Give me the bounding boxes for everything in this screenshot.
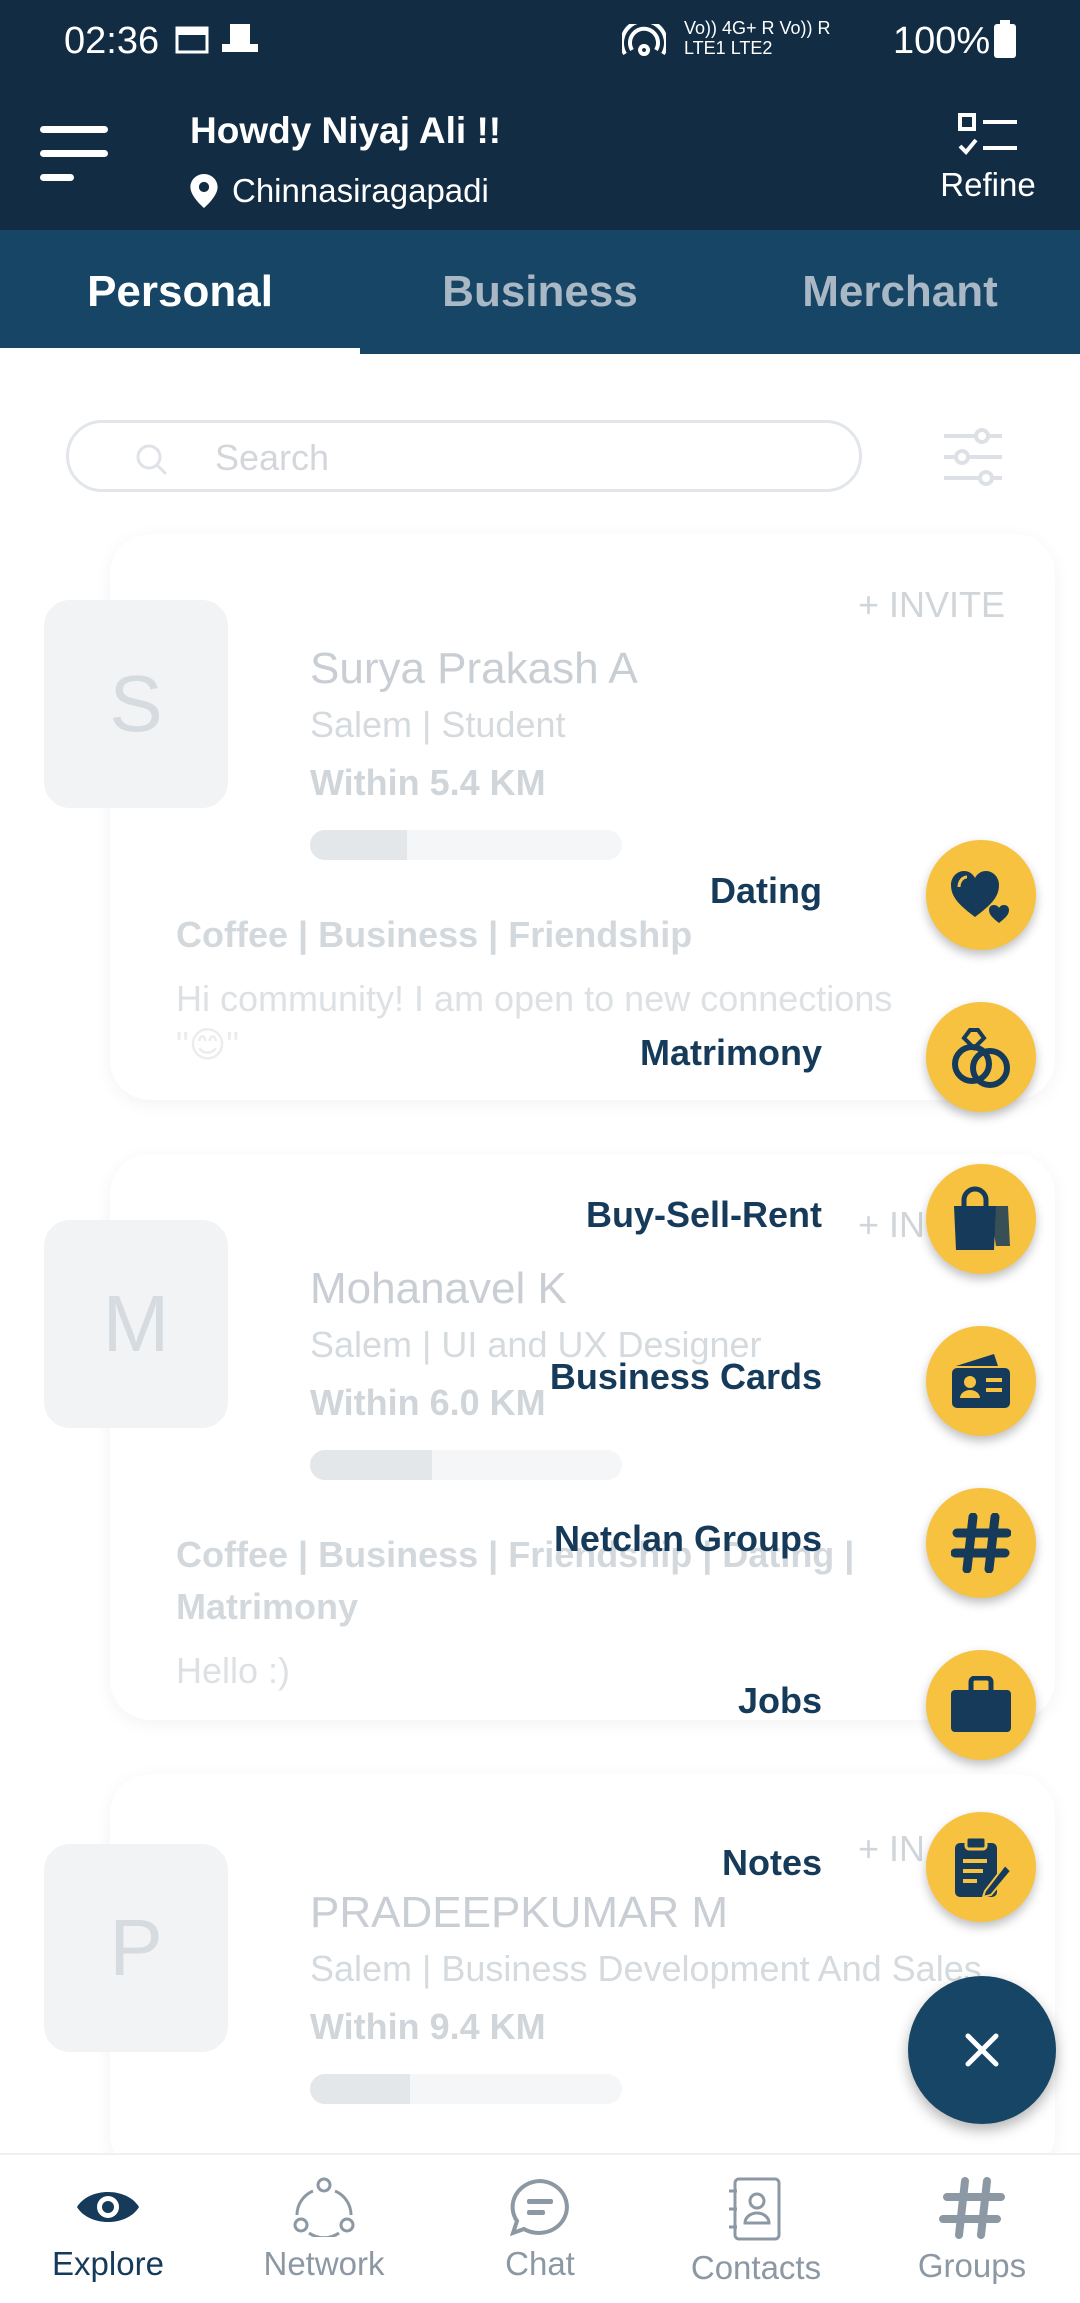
contacts-icon xyxy=(729,2177,781,2241)
menu-buy-sell-rent[interactable]: Buy-Sell-Rent xyxy=(136,1164,1036,1274)
tab-business[interactable]: Business xyxy=(360,230,720,354)
menu-dating[interactable]: Dating xyxy=(136,840,1036,950)
menu-label: Buy-Sell-Rent xyxy=(585,1194,822,1235)
status-time: 02:36 xyxy=(64,20,160,62)
shopping-bag-icon xyxy=(954,1186,1010,1250)
refine-label: Refine xyxy=(940,166,1036,203)
nav-label: Network xyxy=(263,2245,385,2282)
matrimony-button[interactable] xyxy=(926,1002,1036,1112)
profile-distance: Within 9.4 KM xyxy=(310,2006,546,2047)
menu-label: Dating xyxy=(710,870,822,911)
menu-business-cards[interactable]: Business Cards xyxy=(136,1326,1036,1436)
tab-merchant[interactable]: Merchant xyxy=(720,230,1080,354)
nav-contacts[interactable]: Contacts xyxy=(648,2155,864,2303)
calendar-icon xyxy=(175,26,209,54)
menu-label: Matrimony xyxy=(639,1032,822,1073)
nav-label: Explore xyxy=(52,2245,164,2282)
network-indicator: Vo)) 4G+ R Vo)) R LTE1 LTE2 xyxy=(684,18,831,58)
menu-label: Jobs xyxy=(737,1680,822,1721)
invite-button[interactable]: + INVITE xyxy=(858,584,1005,626)
tab-bar: Personal Business Merchant xyxy=(0,230,1080,354)
nav-chat[interactable]: Chat xyxy=(432,2155,648,2303)
menu-matrimony[interactable]: Matrimony xyxy=(136,1002,1036,1112)
battery-percentage: 100% xyxy=(893,20,991,62)
hearts-icon xyxy=(951,871,1009,923)
search-bar[interactable] xyxy=(66,420,862,492)
network-icon xyxy=(293,2177,355,2237)
menu-netclan-groups[interactable]: Netclan Groups xyxy=(136,1488,1036,1598)
menu-icon[interactable] xyxy=(40,126,110,182)
clipboard-icon xyxy=(955,1835,1011,1899)
location-pin-icon xyxy=(190,174,218,208)
jobs-button[interactable] xyxy=(926,1650,1036,1760)
profile-role: Salem | Business Development And Sales xyxy=(310,1948,982,1989)
checklist-icon xyxy=(958,113,1017,155)
dating-button[interactable] xyxy=(926,840,1036,950)
business-cards-button[interactable] xyxy=(926,1326,1036,1436)
notes-button[interactable] xyxy=(926,1812,1036,1922)
search-icon xyxy=(136,444,168,476)
profile-progress-bar xyxy=(310,1450,622,1480)
chat-icon xyxy=(509,2178,569,2237)
close-icon xyxy=(965,2033,999,2067)
search-input[interactable] xyxy=(215,433,815,483)
hashtag-icon xyxy=(939,2177,1005,2239)
nav-network[interactable]: Network xyxy=(216,2155,432,2303)
nav-explore[interactable]: Explore xyxy=(0,2155,216,2303)
location-selector[interactable]: Chinnasiragapadi xyxy=(190,172,489,210)
profile-progress-bar xyxy=(310,2074,622,2104)
nav-label: Chat xyxy=(505,2245,575,2282)
menu-jobs[interactable]: Jobs xyxy=(136,1650,1036,1760)
hashtag-icon xyxy=(951,1513,1011,1573)
buy-sell-rent-button[interactable] xyxy=(926,1164,1036,1274)
id-card-icon xyxy=(952,1354,1010,1408)
eye-icon xyxy=(77,2192,139,2222)
refine-button[interactable]: Refine xyxy=(918,112,1058,204)
rings-icon xyxy=(952,1028,1010,1088)
app-header: Howdy Niyaj Ali !! Chinnasiragapadi Refi… xyxy=(0,84,1080,230)
menu-notes[interactable]: Notes xyxy=(136,1812,1036,1922)
netclan-groups-button[interactable] xyxy=(926,1488,1036,1598)
greeting-text: Howdy Niyaj Ali !! xyxy=(190,110,502,151)
close-menu-button[interactable] xyxy=(908,1976,1056,2124)
tab-personal[interactable]: Personal xyxy=(0,230,360,354)
location-text: Chinnasiragapadi xyxy=(232,172,489,209)
battery-icon xyxy=(994,20,1016,58)
filter-icon[interactable] xyxy=(942,426,1004,488)
nav-label: Contacts xyxy=(690,2249,822,2286)
menu-label: Notes xyxy=(721,1842,822,1883)
menu-label: Netclan Groups xyxy=(553,1518,822,1559)
profile-role: Salem | Student xyxy=(310,704,566,745)
nav-groups[interactable]: Groups xyxy=(864,2155,1080,2303)
bottom-navigation: Explore Network Chat Contacts Groups xyxy=(0,2153,1080,2303)
device-icon xyxy=(222,24,258,52)
briefcase-icon xyxy=(951,1676,1011,1732)
hotspot-icon xyxy=(622,24,666,56)
profile-name: Surya Prakash A xyxy=(310,644,638,693)
status-bar: 02:36 Vo)) 4G+ R Vo)) R LTE1 LTE2 100% xyxy=(0,0,1080,84)
menu-label: Business Cards xyxy=(549,1356,822,1397)
avatar: S xyxy=(44,600,228,808)
nav-label: Groups xyxy=(917,2247,1027,2284)
profile-distance: Within 5.4 KM xyxy=(310,762,546,803)
